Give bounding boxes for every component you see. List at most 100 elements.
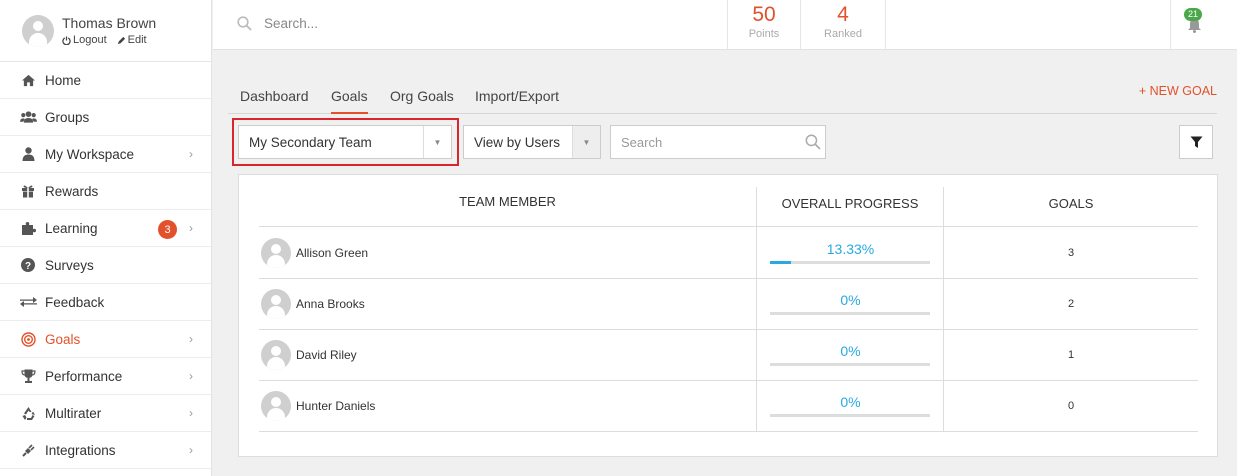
user-icon (19, 146, 37, 162)
profile-name: Thomas Brown (62, 15, 157, 31)
table-row[interactable]: David Riley 0% 1 (259, 330, 1198, 381)
edit-link[interactable]: Edit (117, 34, 147, 46)
sidebar-item-label: My Workspace (45, 146, 135, 162)
sidebar-item-learning[interactable]: Learning 3 › (0, 210, 211, 247)
learning-count-badge: 3 (158, 220, 177, 239)
team-select[interactable]: My Secondary Team ▼ (238, 125, 452, 159)
sidebar-item-groups[interactable]: Groups (0, 99, 211, 136)
trophy-icon (19, 368, 37, 384)
global-search-input[interactable] (264, 16, 564, 31)
chevron-right-icon: › (189, 147, 193, 161)
search-icon (237, 16, 252, 31)
member-name[interactable]: Allison Green (296, 246, 368, 260)
team-progress-table: TEAM MEMBER OVERALL PROGRESS GOALS Allis… (238, 174, 1218, 457)
edit-label: Edit (127, 34, 147, 46)
sidebar-item-surveys[interactable]: ? Surveys (0, 247, 211, 284)
member-name[interactable]: David Riley (296, 348, 357, 362)
points-label: Points (748, 28, 780, 40)
sidebar-item-label: Home (45, 72, 82, 88)
progress-cell: 13.33% (756, 228, 943, 278)
profile-links: Logout Edit (62, 34, 156, 46)
goals-count: 2 (943, 279, 1198, 329)
table-row[interactable]: Allison Green 13.33% 3 (259, 228, 1198, 279)
progress-bar (770, 261, 930, 264)
sidebar-item-performance[interactable]: Performance › (0, 358, 211, 395)
logout-link[interactable]: Logout (62, 34, 107, 46)
member-search (610, 125, 826, 159)
search-icon[interactable] (805, 134, 821, 150)
progress-percent: 0% (840, 292, 861, 308)
ranked-label: Ranked (824, 28, 862, 40)
progress-bar (770, 414, 930, 417)
member-cell: David Riley (261, 340, 357, 370)
chevron-right-icon: › (189, 221, 193, 235)
member-cell: Anna Brooks (261, 289, 365, 319)
sidebar-item-goals[interactable]: Goals › (0, 321, 211, 358)
column-header-member[interactable]: TEAM MEMBER (259, 175, 756, 227)
sidebar-item-rewards[interactable]: Rewards (0, 173, 211, 210)
sidebar-item-label: Learning (45, 220, 98, 236)
avatar[interactable] (22, 14, 54, 47)
sidebar-item-home[interactable]: Home (0, 62, 211, 99)
notification-count-badge: 21 (1184, 8, 1203, 21)
plug-icon (19, 442, 37, 458)
sidebar-nav: Home Groups My Workspace › Rewards Learn… (0, 62, 211, 469)
profile-info: Thomas Brown Logout Edit (62, 15, 156, 46)
goals-count: 1 (943, 330, 1198, 380)
sidebar: Thomas Brown Logout Edit Home Groups My … (0, 0, 212, 476)
member-search-input[interactable] (611, 134, 805, 150)
progress-percent: 0% (840, 394, 861, 410)
avatar (261, 289, 291, 319)
progress-percent: 0% (840, 343, 861, 359)
chevron-right-icon: › (189, 443, 193, 457)
question-icon: ? (19, 257, 37, 273)
gift-icon (19, 183, 37, 199)
filter-button[interactable] (1179, 125, 1213, 159)
ranked-value: 4 (837, 3, 849, 26)
column-header-progress[interactable]: OVERALL PROGRESS (756, 187, 943, 231)
sidebar-item-label: Surveys (45, 257, 94, 273)
goals-tabs: Dashboard Goals Org Goals Import/Export … (228, 84, 1217, 114)
ranked-stat[interactable]: 4 Ranked (800, 0, 886, 49)
member-name[interactable]: Anna Brooks (296, 297, 365, 311)
progress-cell: 0% (756, 330, 943, 380)
sidebar-item-label: Feedback (45, 294, 105, 310)
sidebar-item-label: Performance (45, 368, 123, 384)
new-goal-button[interactable]: + NEW GOAL (1139, 84, 1217, 98)
member-name[interactable]: Hunter Daniels (296, 399, 375, 413)
tab-goals[interactable]: Goals (331, 88, 368, 114)
filter-icon (1190, 136, 1202, 148)
sidebar-item-label: Goals (45, 331, 81, 347)
goals-count: 0 (943, 381, 1198, 431)
view-mode-select[interactable]: View by Users ▼ (463, 125, 601, 159)
sidebar-item-label: Rewards (45, 183, 99, 199)
sidebar-item-multirater[interactable]: Multirater › (0, 395, 211, 432)
top-bar: 50 Points 4 Ranked 21 (213, 0, 1237, 50)
sidebar-item-feedback[interactable]: Feedback (0, 284, 211, 321)
exchange-icon (19, 294, 37, 310)
progress-bar (770, 363, 930, 366)
table-row[interactable]: Hunter Daniels 0% 0 (259, 381, 1198, 432)
table-header: TEAM MEMBER OVERALL PROGRESS GOALS (259, 175, 1198, 231)
column-header-goals[interactable]: GOALS (943, 187, 1198, 231)
chevron-right-icon: › (189, 406, 193, 420)
tab-dashboard[interactable]: Dashboard (240, 88, 309, 114)
sidebar-item-label: Groups (45, 109, 90, 125)
tab-import-export[interactable]: Import/Export (475, 88, 559, 114)
progress-percent: 13.33% (826, 241, 875, 257)
points-value: 50 (752, 3, 776, 26)
avatar (261, 238, 291, 268)
table-row[interactable]: Anna Brooks 0% 2 (259, 279, 1198, 330)
progress-bar (770, 312, 930, 315)
caret-down-icon: ▼ (423, 126, 451, 158)
points-stat[interactable]: 50 Points (727, 0, 800, 49)
avatar (261, 340, 291, 370)
sidebar-item-my-workspace[interactable]: My Workspace › (0, 136, 211, 173)
notifications-button[interactable]: 21 (1170, 0, 1237, 49)
chevron-right-icon: › (189, 332, 193, 346)
sidebar-item-integrations[interactable]: Integrations › (0, 432, 211, 469)
caret-down-icon: ▼ (572, 126, 600, 158)
progress-bar-fill (770, 261, 792, 264)
tab-org-goals[interactable]: Org Goals (390, 88, 454, 114)
goals-count: 3 (943, 228, 1198, 278)
